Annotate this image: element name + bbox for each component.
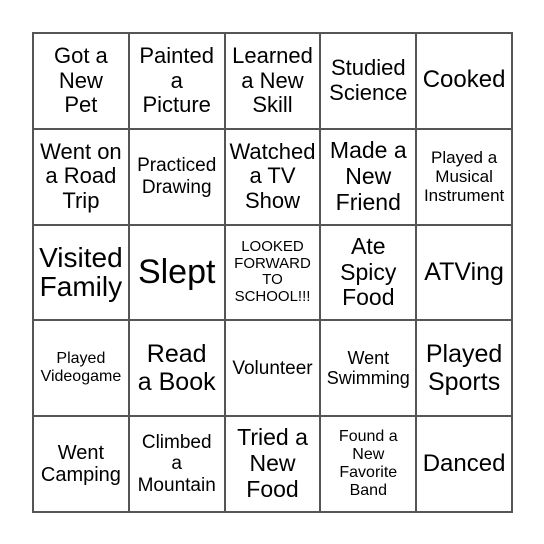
cell-label: Painted a Picture xyxy=(139,42,214,118)
bingo-cell[interactable]: ATVing xyxy=(416,224,512,321)
bingo-cell[interactable]: Found a New Favorite Band xyxy=(320,416,417,512)
cell-label: Slept xyxy=(137,253,216,292)
cell-label: Cooked xyxy=(422,66,506,94)
cell-label: Climbed a Mountain xyxy=(137,432,216,496)
bingo-cell[interactable]: Ate Spicy Food xyxy=(320,224,417,321)
cell-label: Played Videogame xyxy=(40,350,122,386)
bingo-cell[interactable]: Tried a New Food xyxy=(224,416,321,512)
bingo-cell[interactable]: Painted a Picture xyxy=(128,33,225,129)
bingo-cell[interactable]: Climbed a Mountain xyxy=(128,416,225,512)
cell-label: Watched a TV Show xyxy=(229,138,316,213)
cell-label: Went Swimming xyxy=(326,348,410,389)
cell-label: Went Camping xyxy=(40,441,121,487)
cell-label: Danced xyxy=(422,449,506,477)
cell-label: Found a New Favorite Band xyxy=(338,428,398,499)
cell-label: Studied Science xyxy=(329,55,408,105)
bingo-cell[interactable]: Played Sports xyxy=(416,320,512,417)
bingo-cell[interactable]: Volunteer xyxy=(224,320,321,417)
bingo-cell[interactable]: Slept xyxy=(128,224,225,321)
cell-label: Ate Spicy Food xyxy=(340,232,397,311)
bingo-cell[interactable]: Read a Book xyxy=(128,320,225,417)
bingo-cell[interactable]: Practiced Drawing xyxy=(128,128,225,225)
bingo-cell[interactable]: Got a New Pet xyxy=(33,33,129,129)
bingo-cell[interactable]: Visited Family xyxy=(33,224,129,321)
bingo-cell[interactable]: Went Camping xyxy=(33,416,129,512)
cell-label: Volunteer xyxy=(232,357,313,379)
bingo-board: Got a New Pet Painted a Picture Learned … xyxy=(32,32,513,513)
cell-label: ATVing xyxy=(424,258,504,287)
bingo-cell[interactable]: Watched a TV Show xyxy=(224,128,321,225)
bingo-cell[interactable]: Danced xyxy=(416,416,512,512)
bingo-cell[interactable]: Studied Science xyxy=(320,33,417,129)
bingo-cell[interactable]: Went Swimming xyxy=(320,320,417,417)
cell-label: Played a Musical Instrument xyxy=(423,148,505,206)
cell-label: Got a New Pet xyxy=(53,42,108,118)
cell-label: Tried a New Food xyxy=(237,424,308,502)
cell-label: Read a Book xyxy=(137,340,216,397)
bingo-cell[interactable]: Went on a Road Trip xyxy=(33,128,129,225)
cell-label: LOOKED FORWARD TO SCHOOL!!! xyxy=(234,237,311,306)
cell-label: Made a New Friend xyxy=(329,137,407,215)
cell-label: Visited Family xyxy=(39,242,123,303)
bingo-cell[interactable]: Made a New Friend xyxy=(320,128,417,225)
bingo-cell[interactable]: Cooked xyxy=(416,33,512,129)
bingo-cell[interactable]: Learned a New Skill xyxy=(224,33,321,129)
bingo-cell[interactable]: Played Videogame xyxy=(33,320,129,417)
cell-label: Went on a Road Trip xyxy=(40,138,122,213)
bingo-cell[interactable]: LOOKED FORWARD TO SCHOOL!!! xyxy=(224,224,321,321)
cell-label: Learned a New Skill xyxy=(232,42,313,118)
cell-label: Played Sports xyxy=(425,340,503,397)
cell-label: Practiced Drawing xyxy=(137,155,217,198)
bingo-cell[interactable]: Played a Musical Instrument xyxy=(416,128,512,225)
